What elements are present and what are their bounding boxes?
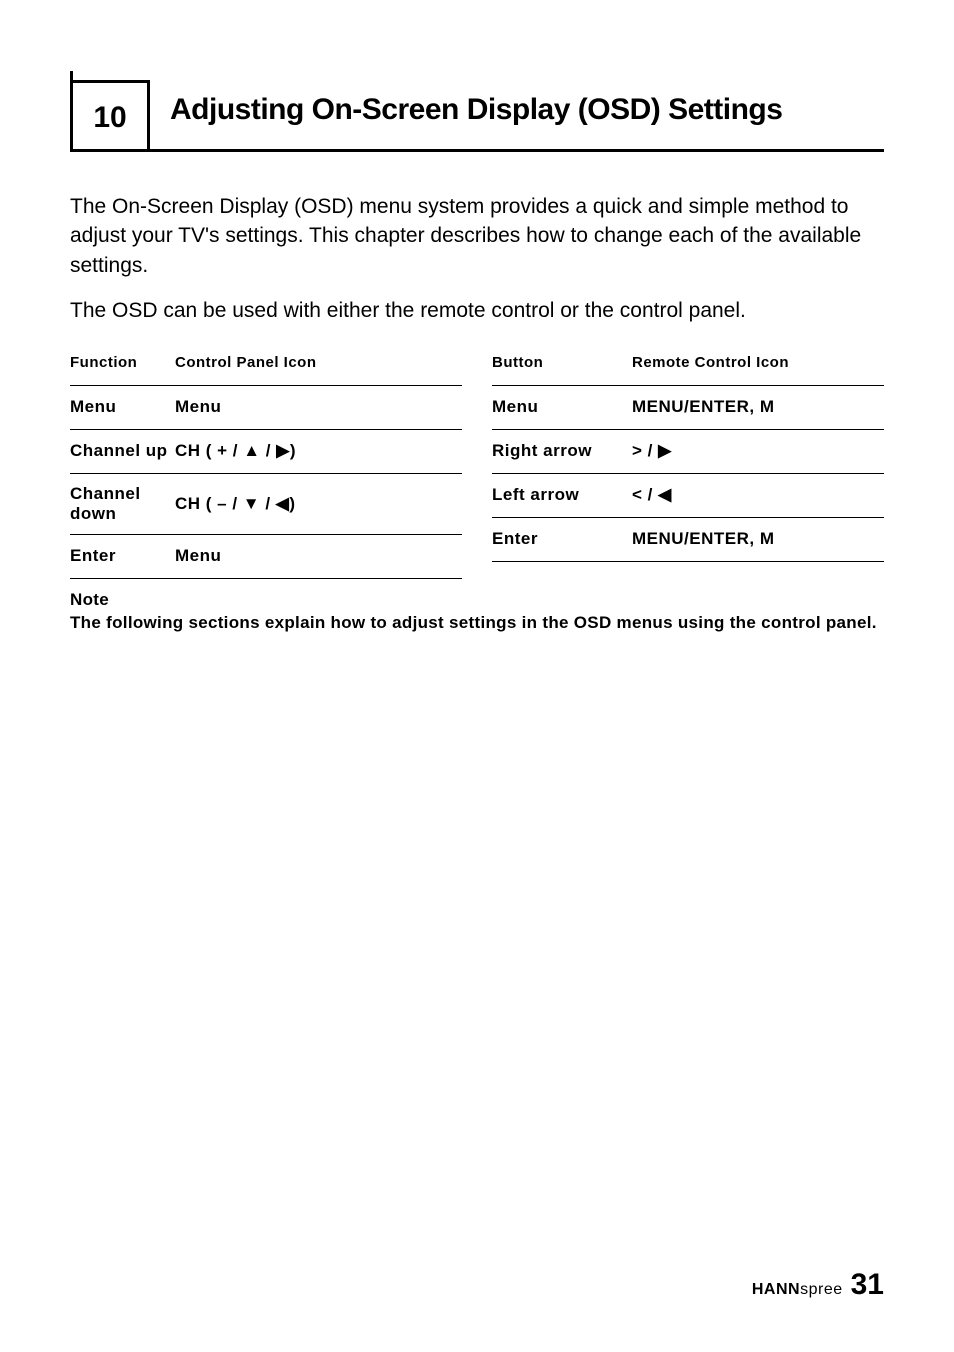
- note-block: Note The following sections explain how …: [70, 589, 884, 635]
- page-footer: HANNspree 31: [752, 1268, 884, 1302]
- remote-control-table: Button Remote Control Icon Menu MENU/ENT…: [492, 342, 884, 579]
- header-remote-icon: Remote Control Icon: [632, 354, 884, 371]
- cell-remote-icon: MENU/ENTER, M: [632, 529, 884, 549]
- table-header: Function Control Panel Icon: [70, 342, 462, 386]
- logo-bold: HANN: [752, 1281, 800, 1298]
- table-row: Left arrow < / ◀: [492, 474, 884, 518]
- logo-light: spree: [800, 1281, 843, 1298]
- control-panel-table: Function Control Panel Icon Menu Menu Ch…: [70, 342, 462, 579]
- table-row: Menu Menu: [70, 386, 462, 430]
- cell-button: Left arrow: [492, 485, 632, 505]
- header-button: Button: [492, 354, 632, 371]
- intro-paragraph-1: The On-Screen Display (OSD) menu system …: [70, 192, 884, 280]
- cell-remote-icon: < / ◀: [632, 485, 884, 505]
- cell-remote-icon: > / ▶: [632, 441, 884, 461]
- table-row: Right arrow > / ▶: [492, 430, 884, 474]
- cell-icon: Menu: [175, 546, 462, 566]
- cell-function: Channel up: [70, 441, 175, 461]
- chapter-number: 10: [93, 101, 126, 134]
- cell-icon: CH ( – / ▼ / ◀): [175, 494, 462, 514]
- cell-function: Channel down: [70, 484, 175, 524]
- header-function: Function: [70, 354, 175, 371]
- cell-button: Enter: [492, 529, 632, 549]
- table-row: Menu MENU/ENTER, M: [492, 386, 884, 430]
- table-header: Button Remote Control Icon: [492, 342, 884, 386]
- cell-button: Menu: [492, 397, 632, 417]
- note-text: The following sections explain how to ad…: [70, 612, 884, 635]
- header-control-panel-icon: Control Panel Icon: [175, 354, 462, 371]
- corner-tick: [70, 71, 73, 83]
- footer-logo: HANNspree: [752, 1281, 843, 1299]
- cell-function: Enter: [70, 546, 175, 566]
- table-row: Enter MENU/ENTER, M: [492, 518, 884, 562]
- chapter-header: 10 Adjusting On-Screen Display (OSD) Set…: [70, 80, 884, 152]
- chapter-number-box: 10: [70, 80, 150, 149]
- table-row: Channel down CH ( – / ▼ / ◀): [70, 474, 462, 535]
- cell-button: Right arrow: [492, 441, 632, 461]
- note-label: Note: [70, 589, 884, 612]
- page-number: 31: [851, 1268, 884, 1302]
- cell-icon: CH ( + / ▲ / ▶): [175, 441, 462, 461]
- cell-remote-icon: MENU/ENTER, M: [632, 397, 884, 417]
- table-row: Enter Menu: [70, 535, 462, 579]
- control-tables: Function Control Panel Icon Menu Menu Ch…: [70, 342, 884, 579]
- cell-function: Menu: [70, 397, 175, 417]
- intro-paragraph-2: The OSD can be used with either the remo…: [70, 296, 884, 325]
- cell-icon: Menu: [175, 397, 462, 417]
- chapter-title: Adjusting On-Screen Display (OSD) Settin…: [170, 80, 782, 149]
- table-row: Channel up CH ( + / ▲ / ▶): [70, 430, 462, 474]
